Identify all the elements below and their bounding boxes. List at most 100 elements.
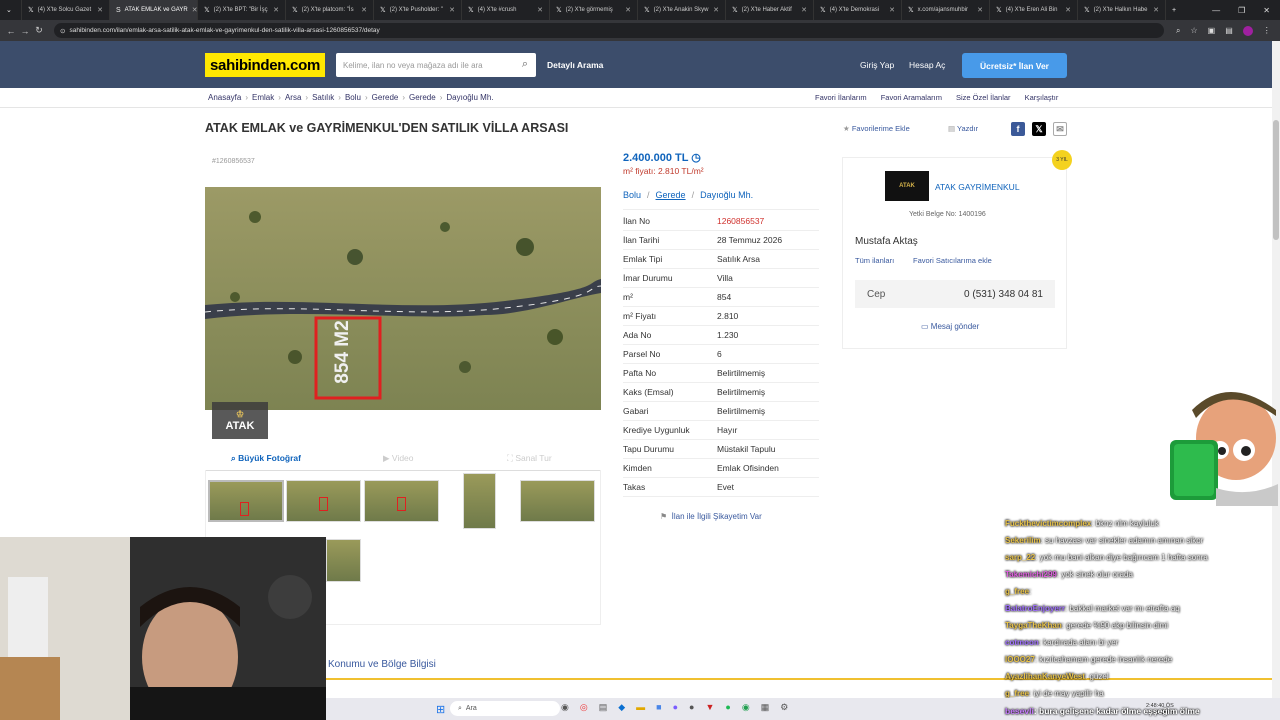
user-link[interactable]: Size Özel İlanlar <box>956 93 1011 102</box>
big-photo-tab[interactable]: ⌕ Büyük Fotoğraf <box>231 453 301 464</box>
breadcrumb-item[interactable]: Gerede <box>409 93 436 102</box>
site-info-icon[interactable]: ⊙ <box>60 27 65 35</box>
back-icon[interactable]: ← <box>4 26 18 36</box>
tab-location-info[interactable]: Konumu ve Bölge Bilgisi <box>326 650 466 678</box>
browser-tab[interactable]: 𝕏 (2) X'te BPT: "Bir İşç ✕ <box>198 0 286 20</box>
browser-tab[interactable]: 𝕏 (4) X'te Eren Ali Bin ✕ <box>990 0 1078 20</box>
forward-icon[interactable]: → <box>18 26 32 36</box>
profile-avatar[interactable] <box>1242 25 1253 36</box>
complaint-link[interactable]: ⚑ İlan ile İlgili Şikayetim Var <box>660 512 762 521</box>
user-link[interactable]: Favori Aramalarım <box>881 93 942 102</box>
taskbar-app-icon[interactable]: ● <box>689 702 694 713</box>
new-tab-button[interactable]: + <box>1166 0 1186 20</box>
browser-tab[interactable]: 𝕏 (4) X'te Solcu Gazet ✕ <box>22 0 110 20</box>
taskbar-app-icon[interactable]: ◆ <box>618 702 625 713</box>
breadcrumb-item[interactable]: Anasayfa <box>208 93 241 102</box>
browser-tab[interactable]: 𝕏 (2) X'te görmemiş ✕ <box>550 0 638 20</box>
close-tab-icon[interactable]: ✕ <box>97 6 103 14</box>
seller-company[interactable]: ATAK GAYRİMENKUL <box>935 182 1020 192</box>
location-link[interactable]: Bolu <box>623 190 641 200</box>
login-link[interactable]: Giriş Yap <box>860 60 894 70</box>
taskbar-app-icon[interactable]: ▦ <box>761 702 770 713</box>
user-link[interactable]: Favori İlanlarım <box>815 93 867 102</box>
taskbar-app-icon[interactable]: ◉ <box>742 702 750 713</box>
extensions-icon[interactable]: ▣ <box>1208 26 1216 36</box>
site-logo[interactable]: sahibinden.com <box>205 53 325 77</box>
phone-number[interactable]: 0 (531) 348 04 81 <box>964 289 1043 300</box>
breadcrumb-item[interactable]: Satılık <box>312 93 334 102</box>
taskbar-app-icon[interactable]: ◎ <box>580 702 588 713</box>
taskbar-app-icon[interactable]: ■ <box>656 702 661 713</box>
thumbnail-4[interactable] <box>463 473 496 529</box>
breadcrumb-item[interactable]: Emlak <box>252 93 274 102</box>
close-tab-icon[interactable]: ✕ <box>537 6 543 14</box>
thumbnail-3[interactable] <box>364 480 439 522</box>
email-share-icon[interactable]: ✉ <box>1053 122 1067 136</box>
close-tab-icon[interactable]: ✕ <box>1153 6 1159 14</box>
url-field[interactable]: ⊙ sahibinden.com/ilan/emlak-arsa-satilik… <box>54 23 1164 38</box>
close-tab-icon[interactable]: ✕ <box>449 6 455 14</box>
x-share-icon[interactable]: 𝕏 <box>1032 122 1046 136</box>
detailed-search-link[interactable]: Detaylı Arama <box>547 60 603 70</box>
browser-tab[interactable]: 𝕏 (2) X'te Anakin Skyw ✕ <box>638 0 726 20</box>
close-tab-icon[interactable]: ✕ <box>713 6 719 14</box>
maximize-icon[interactable]: ❐ <box>1238 6 1245 15</box>
close-tab-icon[interactable]: ✕ <box>273 6 279 14</box>
breadcrumb-item[interactable]: Dayıoğlu Mh. <box>446 93 493 102</box>
post-ad-button[interactable]: Ücretsiz* İlan Ver <box>962 53 1067 78</box>
browser-tab[interactable]: 𝕏x.com/ajansmuhbir ✕ <box>902 0 990 20</box>
browser-tab[interactable]: 𝕏 (4) X'te Demokrasi ✕ <box>814 0 902 20</box>
sidebar-icon[interactable]: ▤ <box>1225 26 1233 36</box>
close-tab-icon[interactable]: ✕ <box>361 6 367 14</box>
menu-icon[interactable]: ⋮ <box>1263 26 1271 36</box>
browser-tab[interactable]: 𝕏 (2) X'te Pusholder: " ✕ <box>374 0 462 20</box>
search-input[interactable]: Kelime, ilan no veya mağaza adı ile ara … <box>336 53 536 77</box>
taskbar-app-icon[interactable]: ▼ <box>705 702 714 713</box>
taskbar-app-icon[interactable]: ● <box>725 702 730 713</box>
favorite-seller-link[interactable]: Favori Satıcılarıma ekle <box>913 256 992 265</box>
minimize-icon[interactable]: — <box>1212 6 1220 15</box>
taskbar-app-icon[interactable]: ▬ <box>636 702 645 713</box>
main-photo[interactable]: 854 M2 <box>205 187 601 410</box>
thumbnail-1[interactable] <box>208 480 284 522</box>
taskbar-app-icon[interactable]: ⚙ <box>780 702 788 713</box>
taskbar-search[interactable]: ⌕ Ara <box>450 701 560 716</box>
all-ads-link[interactable]: Tüm ilanları <box>855 256 894 265</box>
thumbnail-6[interactable] <box>326 539 361 582</box>
close-tab-icon[interactable]: ✕ <box>889 6 895 14</box>
browser-tab[interactable]: 𝕏 (2) X'te platcom: "İs ✕ <box>286 0 374 20</box>
reload-icon[interactable]: ↻ <box>32 25 46 36</box>
close-tab-icon[interactable]: ✕ <box>192 6 197 14</box>
signup-link[interactable]: Hesap Aç <box>909 60 945 70</box>
browser-tab[interactable]: 𝕏 (4) X'te #crush ✕ <box>462 0 550 20</box>
user-link[interactable]: Karşılaştır <box>1025 93 1059 102</box>
add-favorite-button[interactable]: ★ Favorilerime Ekle <box>843 124 910 133</box>
video-tab[interactable]: ▶ Video <box>383 453 414 464</box>
taskbar-app-icon[interactable]: ▤ <box>599 702 608 713</box>
breadcrumb-item[interactable]: Gerede <box>372 93 399 102</box>
bookmark-star-icon[interactable]: ☆ <box>1190 26 1197 36</box>
print-button[interactable]: ▤ Yazdır <box>948 124 978 133</box>
thumbnail-2[interactable] <box>286 480 361 522</box>
close-tab-icon[interactable]: ✕ <box>1065 6 1071 14</box>
close-tab-icon[interactable]: ✕ <box>977 6 983 14</box>
scrollbar-thumb[interactable] <box>1273 120 1279 240</box>
windows-start-icon[interactable]: ⊞ <box>436 703 445 716</box>
location-link[interactable]: Dayıoğlu Mh. <box>700 190 753 200</box>
send-message-link[interactable]: ▭ Mesaj gönder <box>921 322 979 331</box>
browser-tab[interactable]: S ATAK EMLAK ve GAYR ✕ <box>110 0 198 20</box>
taskbar-app-icon[interactable]: ◉ <box>561 702 569 713</box>
tab-search-icon[interactable]: ⌄ <box>0 0 22 20</box>
seller-logo[interactable]: ATAK <box>885 171 929 201</box>
browser-tab[interactable]: 𝕏 (2) X'te Haber Aktif ✕ <box>726 0 814 20</box>
browser-tab[interactable]: 𝕏 (2) X'te Halkın Habe ✕ <box>1078 0 1166 20</box>
zoom-icon[interactable]: ⌕ <box>1176 26 1180 36</box>
location-link[interactable]: Gerede <box>656 190 686 200</box>
thumbnail-5[interactable] <box>520 480 595 522</box>
close-tab-icon[interactable]: ✕ <box>801 6 807 14</box>
virtual-tour-tab[interactable]: ⛶ Sanal Tur <box>507 453 552 464</box>
close-tab-icon[interactable]: ✕ <box>625 6 631 14</box>
close-window-icon[interactable]: ✕ <box>1263 6 1270 15</box>
breadcrumb-item[interactable]: Arsa <box>285 93 301 102</box>
breadcrumb-item[interactable]: Bolu <box>345 93 361 102</box>
